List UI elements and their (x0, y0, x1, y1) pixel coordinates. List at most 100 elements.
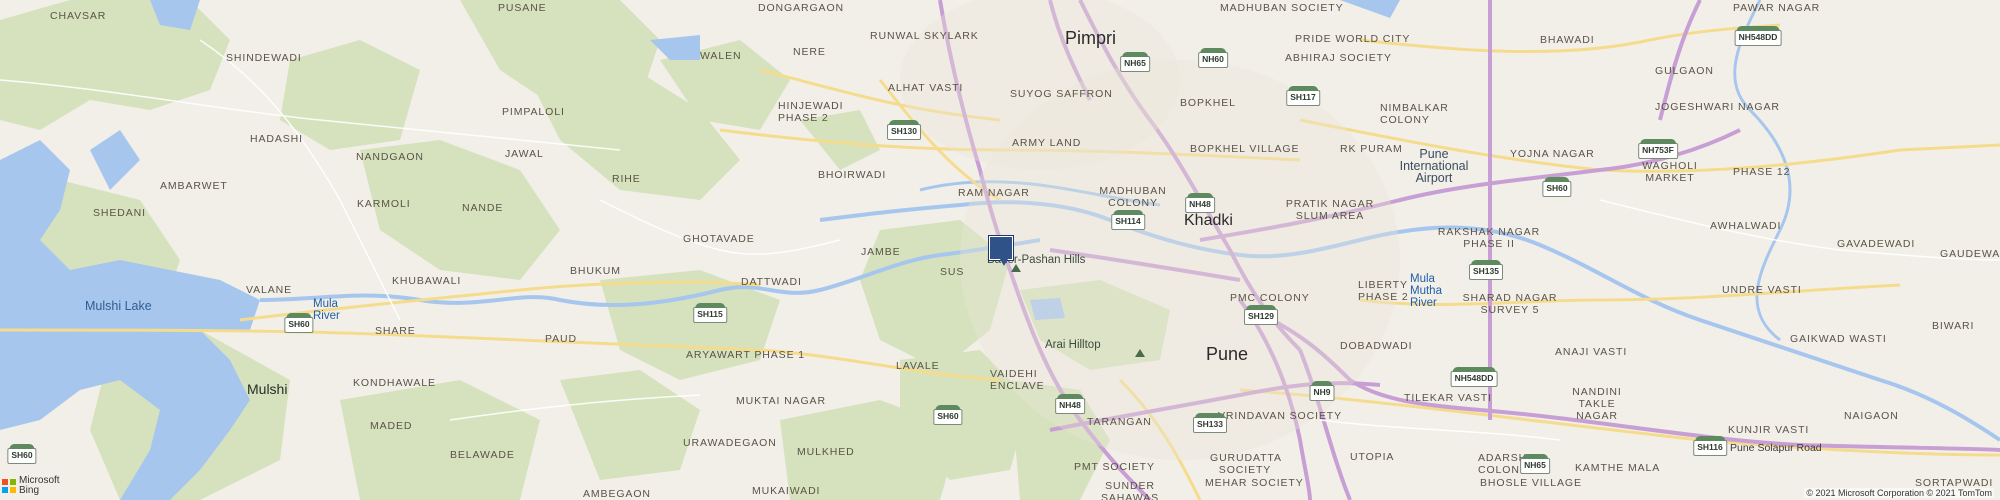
place-label: SHARAD NAGAR SURVEY 5 (1462, 292, 1558, 316)
place-label: AWHALWADI (1710, 220, 1782, 232)
place-label: PMC COLONY (1230, 292, 1310, 304)
highway-shield: SH114 (1111, 210, 1145, 230)
copyright-text: © 2021 Microsoft Corporation © 2021 TomT… (1804, 488, 1994, 498)
place-label: TILEKAR VASTI (1404, 392, 1492, 404)
place-label: KARMOLI (357, 198, 411, 210)
town-label-mulshi: Mulshi (247, 381, 288, 397)
place-label: KUNJIR VASTI (1728, 424, 1810, 436)
place-label: BHOIRWADI (818, 169, 887, 181)
place-label: NANDE (462, 202, 504, 214)
river-label-mula-mutha: Mula Mutha River (1410, 273, 1442, 309)
place-label: GULGAON (1655, 65, 1714, 77)
poi-label-arai-hilltop: Arai Hilltop (1045, 339, 1101, 351)
place-label: WAGHOLI MARKET (1642, 160, 1698, 184)
place-label: MUKTAI NAGAR (736, 395, 826, 407)
place-label: PRIDE WORLD CITY (1295, 33, 1411, 45)
place-label: BHOSLE VILLAGE (1480, 477, 1582, 489)
place-label: DATTWADI (741, 276, 802, 288)
place-label: RIHE (612, 173, 641, 185)
place-label: BHAWADI (1540, 34, 1595, 46)
place-label: BELAWADE (450, 449, 515, 461)
place-label: SUNDER SAHAWAS (1100, 480, 1160, 500)
place-label: JAWAL (505, 148, 544, 160)
place-label: NIMBALKAR COLONY (1380, 102, 1449, 126)
place-label: JAMBE (861, 246, 901, 258)
highway-shield: NH548DD (1734, 26, 1782, 46)
place-label: MUKAIWADI (752, 485, 821, 497)
highway-shield: NH548DD (1450, 367, 1498, 387)
place-label: SHEDANI (93, 207, 146, 219)
place-label: BIWARI (1932, 320, 1975, 332)
place-label: PAUD (545, 333, 577, 345)
highway-shield: SH129 (1244, 305, 1278, 325)
highway-shield: NH48 (1055, 394, 1085, 414)
highway-shield: SH130 (887, 120, 921, 140)
place-label: GURUDATTA SOCIETY (1210, 452, 1282, 476)
place-label: CHAVSAR (50, 10, 107, 22)
place-label: YOJNA NAGAR (1510, 148, 1595, 160)
place-label: MULKHED (797, 446, 855, 458)
place-label: MEHAR SOCIETY (1205, 477, 1304, 489)
place-label: VALANE (246, 284, 293, 296)
place-label: VAIDEHI ENCLAVE (990, 368, 1045, 392)
highway-shield: NH65 (1120, 52, 1150, 72)
place-label: HADASHI (250, 133, 303, 145)
place-label: DONGARGAON (758, 2, 845, 14)
place-label: PMT SOCIETY (1074, 461, 1155, 473)
city-label-pune: Pune (1206, 344, 1249, 364)
map-canvas[interactable]: CHAVSAR PUSANE DONGARGAON Pimpri MADHUBA… (0, 0, 2000, 500)
place-label: PIMPALOLI (502, 106, 565, 118)
airport-label: Pune International Airport (1399, 147, 1469, 185)
place-label: SHARE (375, 325, 416, 337)
place-label: PHASE 12 (1733, 166, 1791, 178)
city-label-khadki: Khadki (1184, 212, 1233, 229)
place-label: LIBERTY PHASE 2 (1358, 279, 1409, 303)
place-label: KONDHAWALE (353, 377, 436, 389)
place-label: ARMY LAND (1012, 137, 1082, 149)
highway-shield: NH65 (1520, 454, 1550, 474)
highway-shield: NH48 (1185, 193, 1215, 213)
place-label: VRINDAVAN SOCIETY (1218, 410, 1343, 422)
highway-shield: NH60 (1198, 48, 1228, 68)
city-label-pimpri: Pimpri (1065, 28, 1117, 48)
place-label: NERE (793, 46, 826, 58)
highway-shield: SH135 (1469, 260, 1503, 280)
place-label: NANDINI TAKLE NAGAR (1572, 386, 1622, 422)
road-label-pune-solapur: Pune Solapur Road (1730, 442, 1822, 454)
place-label: GHOTAVADE (683, 233, 755, 245)
place-label: JOGESHWARI NAGAR (1655, 101, 1780, 113)
place-label: PUSANE (498, 2, 547, 14)
place-label: RAKSHAK NAGAR PHASE II (1437, 226, 1541, 250)
place-label: KAMTHE MALA (1575, 462, 1661, 474)
place-label: GAVADEWADI (1837, 238, 1916, 250)
bing-logo[interactable]: Microsoft Bing (2, 476, 67, 496)
highway-shield: SH60 (7, 444, 37, 464)
place-label: ABHIRAJ SOCIETY (1285, 52, 1392, 64)
place-label: BOPKHEL (1180, 97, 1236, 109)
place-label: KHUBAWALI (392, 275, 462, 287)
place-label: NAIGAON (1844, 410, 1899, 422)
highway-shield: SH60 (933, 405, 963, 425)
river-label-mula: Mula River (313, 298, 340, 322)
place-label: UNDRE VASTI (1722, 284, 1802, 296)
highway-shield: SH116 (1693, 436, 1727, 456)
place-label: BHUKUM (570, 265, 621, 277)
place-label: AMBEGAON (583, 488, 651, 500)
lake-label-mulshi: Mulshi Lake (85, 299, 152, 313)
place-label: DOBADWADI (1340, 340, 1413, 352)
place-label: RAM NAGAR (958, 187, 1030, 199)
place-label: TARANGAN (1087, 416, 1152, 428)
place-label: MADHUBAN COLONY (1099, 185, 1167, 209)
bing-logo-text: Microsoft Bing (19, 475, 60, 496)
highway-shield: SH115 (693, 303, 727, 323)
place-label: HINJEWADI PHASE 2 (778, 100, 844, 124)
place-label: SUS (940, 266, 965, 278)
place-label: SHINDEWADI (226, 52, 302, 64)
location-pin-icon[interactable] (989, 236, 1013, 266)
highway-shield: NH9 (1309, 381, 1335, 401)
place-label: ARYAWART PHASE 1 (686, 349, 806, 361)
place-label: BOPKHEL VILLAGE (1190, 143, 1300, 155)
place-label: SUYOG SAFFRON (1010, 88, 1113, 100)
place-label: RUNWAL SKYLARK (870, 30, 979, 42)
place-label: WALEN (700, 50, 742, 62)
